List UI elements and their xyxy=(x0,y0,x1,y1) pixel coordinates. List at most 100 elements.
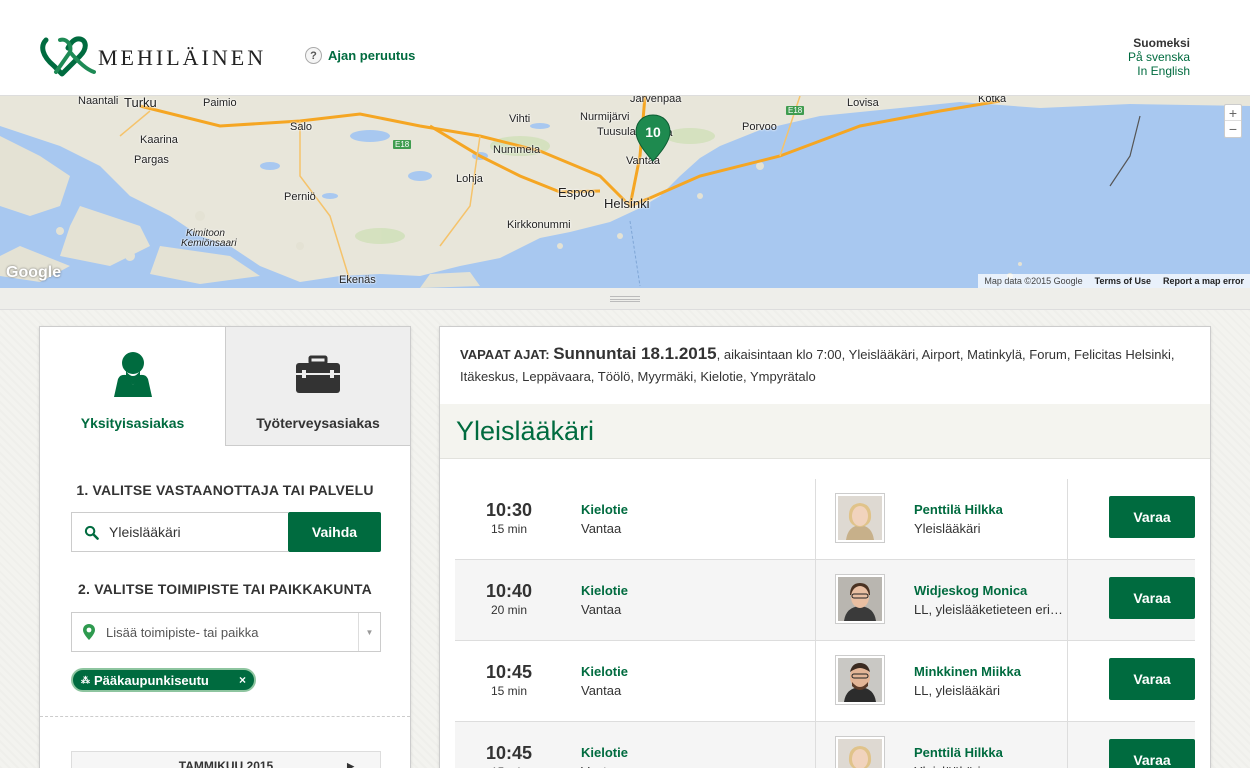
tab-occupational-customer[interactable]: Työterveysasiakas xyxy=(225,327,410,446)
book-button[interactable]: Varaa xyxy=(1109,577,1195,619)
map-label-tuusula: Tuusula xyxy=(597,126,636,138)
map-label-nummela: Nummela xyxy=(493,144,541,156)
appointment-location-link[interactable]: Kielotie xyxy=(581,664,628,679)
appointment-duration: 15 min xyxy=(490,522,528,536)
location-placeholder: Lisää toimipiste- tai paikka xyxy=(106,624,259,640)
doctor-photo xyxy=(835,736,885,768)
map-data-credit: Map data ©2015 Google xyxy=(984,276,1083,286)
doctor-photo xyxy=(835,655,885,705)
logo-heart-icon xyxy=(40,36,96,77)
mehilainen-logo[interactable]: MEHILÄINEN xyxy=(40,36,266,78)
location-map[interactable]: Naantali Turku Paimio Kaarina Salo Parga… xyxy=(0,96,1250,288)
google-logo: Google xyxy=(6,264,62,281)
availability-date: Sunnuntai 18.1.2015 xyxy=(553,344,717,363)
appointment-city: Vantaa xyxy=(581,602,622,617)
doctor-photo xyxy=(835,493,885,543)
map-label-jarvenpaa: Järvenpää xyxy=(630,96,682,105)
map-cluster-marker[interactable]: 10 xyxy=(635,114,671,162)
next-month-icon[interactable]: ▶ xyxy=(347,761,354,768)
chip-remove-icon[interactable]: × xyxy=(239,673,246,687)
doctor-name-link[interactable]: Minkkinen Miikka xyxy=(914,664,1021,679)
doctor-portrait-icon xyxy=(838,739,882,768)
map-label-paimio: Paimio xyxy=(203,97,237,109)
appointment-location-link[interactable]: Kielotie xyxy=(581,502,628,517)
zoom-in-button[interactable]: + xyxy=(1225,105,1241,121)
appointment-row: 10:45 15 min Kielotie Vantaa Penttilä Hi… xyxy=(455,722,1195,768)
map-label-lohja: Lohja xyxy=(456,173,483,185)
map-label-vihti: Vihti xyxy=(509,113,531,125)
appointment-list: 10:30 15 min Kielotie Vantaa Penttilä Hi… xyxy=(455,479,1195,768)
map-label-espoo: Espoo xyxy=(558,185,595,200)
lang-finnish: Suomeksi xyxy=(1133,36,1190,50)
column-divider xyxy=(815,641,816,722)
appointment-city: Vantaa xyxy=(581,683,622,698)
chip-label: Pääkaupunkiseutu xyxy=(94,672,209,688)
site-header: MEHILÄINEN ? Ajan peruutus Suomeksi På s… xyxy=(0,0,1250,96)
tab-private-customer[interactable]: Yksityisasiakas xyxy=(40,327,225,446)
location-pin-icon xyxy=(83,624,95,640)
map-label-kotka: Kotka xyxy=(978,96,1007,105)
map-label-turku: Turku xyxy=(124,96,157,110)
map-label-nurmijarvi: Nurmijärvi xyxy=(580,111,630,123)
appointment-duration: 15 min xyxy=(490,684,528,698)
map-label-pernio: Perniö xyxy=(284,191,316,203)
cancel-appointment-link[interactable]: ? Ajan peruutus xyxy=(305,47,415,64)
map-label-kemionsaari: Kemiönsaari xyxy=(181,238,237,249)
cluster-icon: ⁂ xyxy=(81,674,90,685)
doctor-name-link[interactable]: Penttilä Hilkka xyxy=(914,502,1003,517)
column-divider xyxy=(815,479,816,560)
appointment-location-link[interactable]: Kielotie xyxy=(581,583,628,598)
results-panel: VAPAAT AJAT: Sunnuntai 18.1.2015, aikais… xyxy=(439,326,1211,768)
search-panel: Yksityisasiakas Työterveysasiakas 1. VAL… xyxy=(39,326,411,768)
selected-area-chip: ⁂ Pääkaupunkiseutu × xyxy=(71,668,256,692)
marker-count: 10 xyxy=(645,124,661,140)
grip-icon xyxy=(610,296,640,302)
logo-text: MEHILÄINEN xyxy=(98,45,267,70)
service-search-input[interactable]: Yleislääkäri xyxy=(71,512,288,552)
book-button[interactable]: Varaa xyxy=(1109,739,1195,768)
map-label-loviisa: Lovisa xyxy=(847,97,879,109)
road-badge-e18-east: E18 xyxy=(786,106,805,115)
calendar-month: TAMMIKUU 2015 xyxy=(178,759,274,768)
book-button[interactable]: Varaa xyxy=(1109,496,1195,538)
map-label-kaarina: Kaarina xyxy=(140,134,178,146)
column-divider xyxy=(815,560,816,641)
map-label-kirkkonummi: Kirkkonummi xyxy=(507,219,571,231)
appointment-time: 10:30 xyxy=(485,500,533,520)
briefcase-icon xyxy=(296,355,340,393)
book-button[interactable]: Varaa xyxy=(1109,658,1195,700)
column-divider xyxy=(1067,560,1068,641)
column-divider xyxy=(1067,641,1068,722)
map-attribution: Map data ©2015 Google Terms of Use Repor… xyxy=(978,274,1250,288)
doctor-title: Yleislääkäri xyxy=(914,764,1064,768)
appointment-time: 10:45 xyxy=(485,662,533,682)
step2-title: 2. VALITSE TOIMIPISTE TAI PAIKKAKUNTA xyxy=(78,581,372,597)
lang-swedish-link[interactable]: På svenska xyxy=(1128,50,1190,64)
tab-occupational-label: Työterveysasiakas xyxy=(256,415,380,431)
zoom-out-button[interactable]: − xyxy=(1225,121,1241,137)
doctor-name-link[interactable]: Widjeskog Monica xyxy=(914,583,1027,598)
appointment-row: 10:30 15 min Kielotie Vantaa Penttilä Hi… xyxy=(455,479,1195,560)
terms-of-use-link[interactable]: Terms of Use xyxy=(1095,276,1151,286)
doctor-title: LL, yleislääketieteen erikoislääkäri xyxy=(914,602,1064,617)
location-select[interactable]: Lisää toimipiste- tai paikka ▼ xyxy=(71,612,381,652)
road-badge-e18-west: E18 xyxy=(393,140,412,149)
service-search: Yleislääkäri Vaihda xyxy=(71,512,381,552)
appointment-city: Vantaa xyxy=(581,521,622,536)
map-label-salo: Salo xyxy=(290,121,313,133)
search-icon xyxy=(84,525,99,540)
map-tiles xyxy=(0,96,1250,288)
lang-english-link[interactable]: In English xyxy=(1128,64,1190,78)
doctor-title: LL, yleislääkäri xyxy=(914,683,1000,698)
change-service-button[interactable]: Vaihda xyxy=(288,512,381,552)
report-map-error-link[interactable]: Report a map error xyxy=(1163,276,1244,286)
column-divider xyxy=(1067,479,1068,560)
appointment-location-link[interactable]: Kielotie xyxy=(581,745,628,760)
doctor-name-link[interactable]: Penttilä Hilkka xyxy=(914,745,1003,760)
map-resize-handle[interactable] xyxy=(0,288,1250,310)
map-label-porvoo: Porvoo xyxy=(742,121,777,133)
chevron-down-icon[interactable]: ▼ xyxy=(358,613,380,651)
map-zoom-control: + − xyxy=(1224,104,1242,138)
column-divider xyxy=(1067,722,1068,768)
doctor-title: Yleislääkäri xyxy=(914,521,981,536)
